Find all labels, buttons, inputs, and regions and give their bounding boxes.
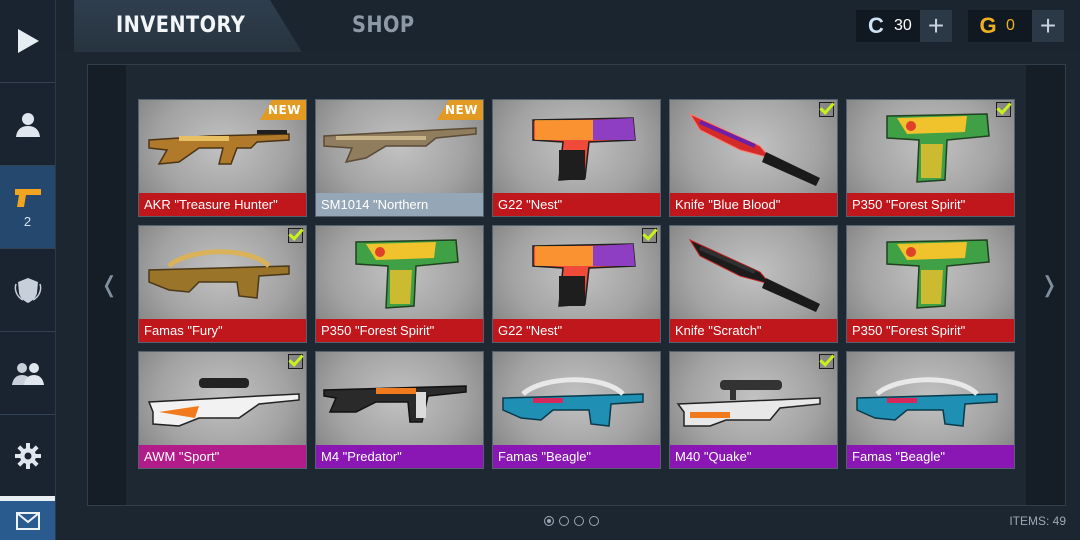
inventory-card[interactable]: Famas "Fury" [138,225,307,343]
item-name: SM1014 "Northern [316,193,483,216]
inventory-grid: NEW AKR "Treasure Hunter" NEW SM1014 "Nort… [138,99,1018,471]
sidebar-item-inventory[interactable]: 2 [0,166,55,249]
inventory-card[interactable]: Knife "Scratch" [669,225,838,343]
tab-shop[interactable]: SHOP [352,0,442,52]
friends-icon [11,363,44,385]
items-count: ITEMS: 49 [1009,514,1066,528]
tab-inventory-label: INVENTORY [116,13,246,38]
item-name: M40 "Quake" [670,445,837,468]
page-dot[interactable] [589,516,599,526]
checkmark-icon [642,228,657,243]
play-icon [17,29,39,53]
add-credits-button[interactable]: + [920,10,952,42]
item-name: M4 "Predator" [316,445,483,468]
page-dot[interactable] [544,516,554,526]
credits-icon: C [868,13,884,38]
tab-inventory[interactable]: INVENTORY [74,0,302,52]
next-page-arrow[interactable]: ❭ [1040,272,1058,298]
inventory-card[interactable]: M4 "Predator" [315,351,484,469]
item-name: AWM "Sport" [139,445,306,468]
item-name: Famas "Beagle" [847,445,1014,468]
inventory-card[interactable]: AWM "Sport" [138,351,307,469]
credits-value: 30 [894,17,912,34]
tab-shop-label: SHOP [352,13,415,38]
inventory-card[interactable]: G22 "Nest" [492,225,661,343]
sidebar-item-play[interactable] [0,0,55,83]
sidebar-item-friends[interactable] [0,332,55,415]
item-name: P350 "Forest Spirit" [847,193,1014,216]
item-name: P350 "Forest Spirit" [316,319,483,342]
pistol-icon [14,188,41,207]
sidebar: 2 [0,0,56,540]
item-name: Famas "Fury" [139,319,306,342]
inventory-card[interactable]: P350 "Forest Spirit" [846,99,1015,217]
item-name: Famas "Beagle" [493,445,660,468]
item-name: P350 "Forest Spirit" [847,319,1014,342]
sidebar-item-clan[interactable] [0,249,55,332]
checkmark-icon [819,102,834,117]
inventory-card[interactable]: Knife "Blue Blood" [669,99,838,217]
gold-icon: G [979,13,997,38]
currency-credits: C 30 + [856,10,952,42]
gear-icon [14,443,41,469]
currency-gold: G 0 + [968,10,1064,42]
item-name: AKR "Treasure Hunter" [139,193,306,216]
prev-page-arrow[interactable]: ❬ [100,272,118,298]
user-icon [15,113,40,137]
page-dot[interactable] [574,516,584,526]
sidebar-item-settings[interactable] [0,415,55,498]
page-dot[interactable] [559,516,569,526]
inventory-card[interactable]: M40 "Quake" [669,351,838,469]
inventory-card[interactable]: P350 "Forest Spirit" [846,225,1015,343]
checkmark-icon [819,354,834,369]
item-name: G22 "Nest" [493,319,660,342]
inventory-card[interactable]: Famas "Beagle" [492,351,661,469]
add-gold-button[interactable]: + [1032,10,1064,42]
top-bar: INVENTORY SHOP C 30 + G 0 + [56,0,1080,52]
inventory-card[interactable]: G22 "Nest" [492,99,661,217]
item-name: Knife "Scratch" [670,319,837,342]
checkmark-icon [288,228,303,243]
checkmark-icon [996,102,1011,117]
mail-button[interactable] [0,496,55,540]
gold-value: 0 [1006,17,1015,34]
inventory-card[interactable]: P350 "Forest Spirit" [315,225,484,343]
inventory-count: 2 [23,213,32,229]
item-name: G22 "Nest" [493,193,660,216]
inventory-card[interactable]: Famas "Beagle" [846,351,1015,469]
shield-icon [14,278,41,303]
inventory-card[interactable]: NEW SM1014 "Northern [315,99,484,217]
checkmark-icon [288,354,303,369]
sidebar-item-profile[interactable] [0,83,55,166]
envelope-icon [15,511,40,530]
item-name: Knife "Blue Blood" [670,193,837,216]
inventory-card[interactable]: NEW AKR "Treasure Hunter" [138,99,307,217]
pagination [544,516,599,526]
